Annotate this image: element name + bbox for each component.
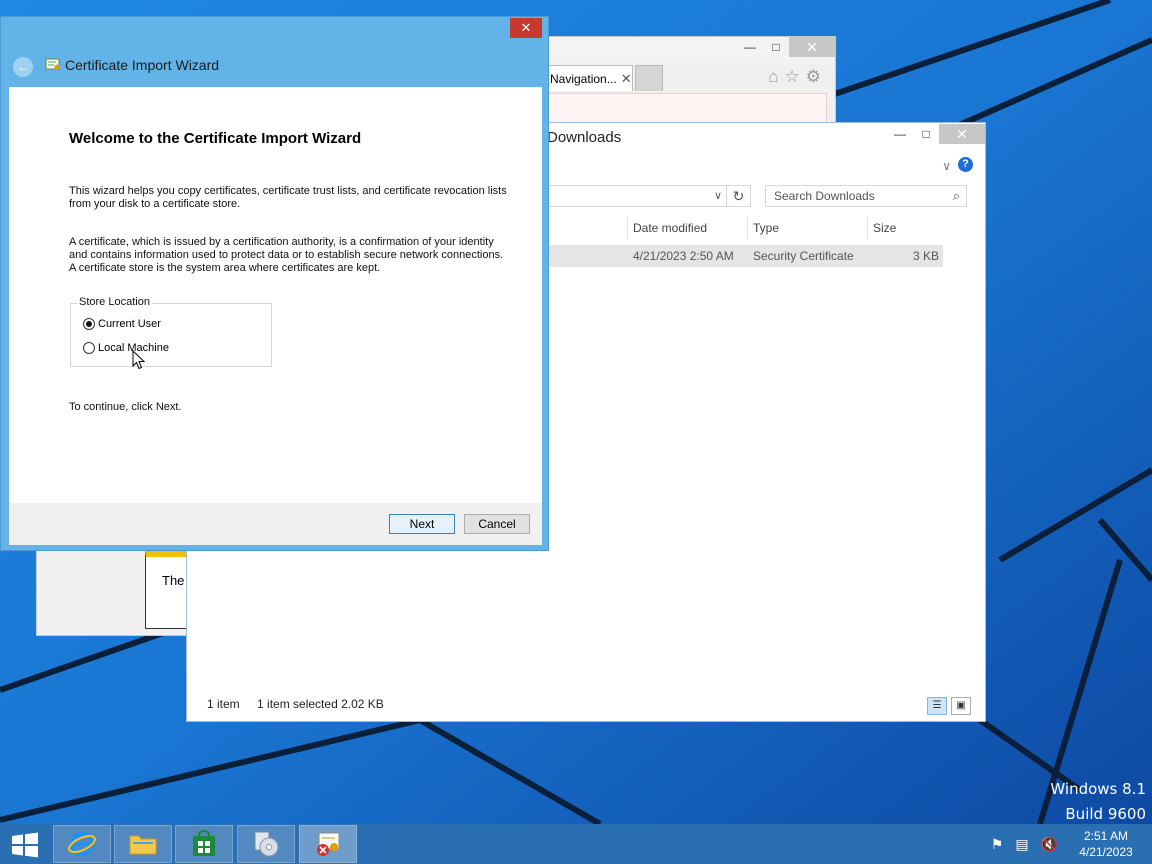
taskbar: ⚑ ▤ 🔇 2:51 AM 4/21/2023	[0, 824, 1152, 864]
explorer-maximize-button[interactable]: □	[913, 124, 939, 144]
file-type: Security Certificate	[753, 249, 854, 263]
radio-current-user[interactable]: Current User	[83, 318, 161, 330]
column-header-type[interactable]: Type	[753, 221, 779, 235]
certificate-icon	[45, 58, 60, 70]
file-date-modified: 4/21/2023 2:50 AM	[633, 249, 734, 263]
radio-current-user-label[interactable]: Current User	[98, 318, 161, 330]
taskbar-media-button[interactable]	[237, 825, 295, 863]
store-icon	[193, 830, 215, 856]
radio-current-user-button[interactable]	[83, 318, 95, 330]
action-center-flag-icon[interactable]: ⚑	[991, 836, 1004, 853]
wizard-close-button[interactable]: ✕	[510, 18, 542, 38]
mouse-cursor-icon	[132, 350, 146, 370]
wizard-heading: Welcome to the Certificate Import Wizard	[69, 130, 362, 147]
back-arrow-icon[interactable]: ←	[13, 57, 33, 77]
wizard-footer: Next Cancel	[9, 503, 542, 545]
column-header-date-modified[interactable]: Date modified	[633, 221, 707, 235]
address-dropdown-icon[interactable]: ∨	[714, 189, 722, 202]
ie-tab[interactable]: Navigation... ✕	[547, 65, 633, 91]
settings-gear-icon[interactable]: ⚙	[806, 67, 821, 87]
close-tab-icon[interactable]: ✕	[621, 71, 632, 87]
ie-maximize-button[interactable]: □	[763, 37, 789, 57]
system-tray: ⚑ ▤ 🔇 2:51 AM 4/21/2023	[991, 824, 1152, 864]
internet-explorer-icon	[68, 832, 96, 856]
search-icon: ⌕	[952, 188, 960, 203]
search-placeholder: Search Downloads	[774, 189, 875, 203]
next-button[interactable]: Next	[389, 514, 455, 534]
favorites-star-icon[interactable]: ☆	[785, 67, 800, 87]
address-bar[interactable]: ∨	[547, 185, 727, 207]
selection-info: 1 item selected 2.02 KB	[257, 697, 384, 711]
clock-date: 4/21/2023	[1079, 845, 1133, 859]
status-bar: 1 item 1 item selected 2.02 KB	[207, 697, 398, 711]
large-icons-view-icon[interactable]: ▣	[951, 697, 971, 715]
explorer-title: Downloads	[547, 129, 622, 146]
ribbon-row: ∨ ?	[547, 155, 985, 179]
refresh-icon[interactable]: ↻	[727, 185, 751, 207]
network-icon[interactable]: ▤	[1015, 836, 1028, 853]
clock[interactable]: 2:51 AM 4/21/2023	[1070, 828, 1142, 860]
file-size: 3 KB	[912, 249, 939, 263]
help-icon[interactable]: ?	[958, 157, 973, 172]
wizard-title: Certificate Import Wizard	[65, 57, 220, 73]
expand-ribbon-icon[interactable]: ∨	[942, 159, 951, 173]
store-location-group: Store Location Current User Local Machin…	[70, 296, 272, 367]
taskbar-ie-button[interactable]	[53, 825, 111, 863]
wizard-intro-text: This wizard helps you copy certificates,…	[69, 185, 507, 210]
volume-muted-icon[interactable]: 🔇	[1041, 836, 1058, 853]
file-row-selected[interactable]: 4/21/2023 2:50 AM Security Certificate 3…	[547, 245, 943, 267]
explorer-minimize-button[interactable]: —	[887, 124, 913, 144]
ie-minimize-button[interactable]: —	[737, 37, 763, 57]
ie-close-button[interactable]: ✕	[789, 37, 835, 57]
certificate-error-icon	[317, 832, 340, 856]
search-input[interactable]: Search Downloads ⌕	[765, 185, 967, 207]
taskbar-store-button[interactable]	[175, 825, 233, 863]
windows-version-text: Windows 8.1	[1050, 780, 1146, 798]
explorer-close-button[interactable]: ✕	[939, 124, 985, 144]
start-windows-icon[interactable]	[10, 832, 40, 858]
home-icon[interactable]: ⌂	[768, 67, 778, 87]
wizard-description-text: A certificate, which is issued by a cert…	[69, 236, 504, 274]
ie-new-tab-button[interactable]	[635, 65, 663, 91]
taskbar-file-explorer-button[interactable]	[114, 825, 172, 863]
certificate-import-wizard-dialog[interactable]: ✕ ← Certificate Import Wizard Welcome to…	[0, 16, 549, 551]
build-number-text: Build 9600	[1065, 805, 1146, 823]
clock-time: 2:51 AM	[1083, 829, 1129, 843]
radio-local-machine[interactable]: Local Machine	[83, 342, 169, 354]
item-count: 1 item	[207, 697, 240, 711]
store-location-legend: Store Location	[77, 296, 152, 308]
wizard-body: Welcome to the Certificate Import Wizard…	[9, 87, 542, 503]
cancel-button[interactable]: Cancel	[464, 514, 530, 534]
radio-local-machine-button[interactable]	[83, 342, 95, 354]
details-view-icon[interactable]: ☰	[927, 697, 947, 715]
column-header-size[interactable]: Size	[873, 221, 896, 235]
continue-instruction-text: To continue, click Next.	[69, 401, 182, 413]
folder-icon	[129, 835, 157, 855]
taskbar-certificate-button[interactable]	[299, 825, 357, 863]
media-disc-icon	[254, 831, 279, 857]
ie-tab-label: Navigation...	[550, 71, 617, 86]
ie-page-sidebar	[43, 551, 145, 629]
ie-page-text: The	[162, 573, 185, 588]
